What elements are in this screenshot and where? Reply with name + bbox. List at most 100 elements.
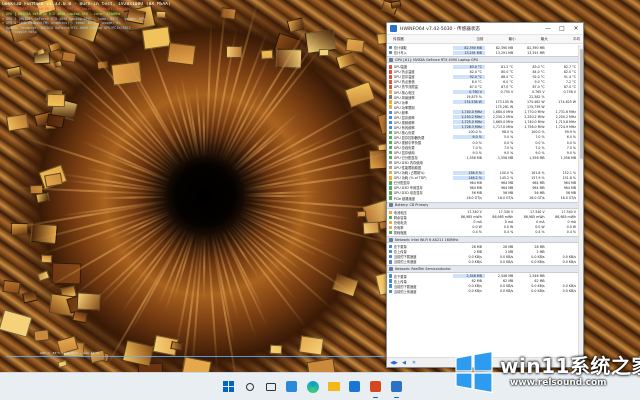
sensor-type-icon (389, 110, 393, 114)
sensor-average-value: 0.0 KB/s (562, 289, 577, 294)
sensor-min-value: 98.0 % (501, 130, 514, 135)
furmark-icon (370, 381, 381, 392)
sensor-average-value: 91.4 °C (563, 74, 577, 79)
sensor-type-icon (389, 181, 393, 185)
sensor-name: 当前的上传速度 (393, 260, 417, 265)
sensor-row[interactable]: 总计写入 13,291 MB 13,291 MB 13,291 MB (387, 50, 579, 55)
sensor-max-value: 175.462 W (526, 100, 545, 105)
sensor-max-value: 0.0 KB/s (531, 254, 545, 259)
sensor-average-value: 152.1 % (562, 170, 577, 175)
furmark-taskbar-button[interactable] (367, 378, 384, 398)
sensor-current-value: 8.0 °C (471, 79, 482, 84)
sensor-row[interactable]: 损耗程度 0.4 % 0.4 % 0.4 % 0.4 % (387, 230, 579, 235)
scrollbar-thumb[interactable] (580, 49, 583, 159)
back-icon[interactable]: ◀ (400, 359, 408, 366)
sensor-max-value: 1,756.0 MHz (524, 125, 545, 130)
sensor-current-value: 0.0 W (472, 225, 482, 230)
sensor-row[interactable]: 当前的上传速度 0.0 KB/s 0.0 KB/s 0.0 KB/s 0.0 KB/s (387, 289, 579, 294)
sensor-current-value: 964 MB (469, 185, 482, 190)
hwinfo-app-icon (390, 25, 397, 32)
sensor-min-value: 0.0 KB/s (499, 284, 514, 289)
task-view-taskbar-button[interactable] (262, 378, 279, 395)
column-header-current[interactable]: 当前 (454, 37, 486, 42)
sensor-type-icon (389, 225, 393, 230)
sensor-type-icon (389, 90, 393, 94)
sensor-current-value: 1,556 MB (466, 155, 482, 160)
minimize-button[interactable]: — (541, 23, 555, 35)
fur-tile (72, 310, 88, 324)
sensor-average-value: 16.0 GT/s (560, 196, 577, 201)
column-header-max[interactable]: 最大 (519, 37, 551, 42)
start-taskbar-button[interactable] (220, 378, 237, 395)
vertical-scrollbar[interactable] (578, 45, 583, 359)
store-icon (349, 381, 360, 392)
sensor-min-value: 7.0 % (503, 145, 514, 150)
sensor-type-icon (389, 135, 393, 140)
sensor-min-value: 175,281 W (495, 105, 514, 110)
sensor-group-header[interactable]: Network: RealTek Semiconductor (387, 265, 579, 273)
sensor-average-value: 174.625 W (558, 100, 577, 105)
file-explorer-taskbar-button[interactable] (325, 378, 342, 395)
sensor-group-header[interactable]: GPU [#1]: NVIDIA GeForce RTX 4090 Laptop… (387, 56, 579, 64)
hwinfo-icon (391, 381, 402, 392)
sensor-name: 损耗程度 (393, 230, 407, 235)
sensor-min-value: 62 MB (503, 279, 514, 284)
close-button[interactable]: ✕ (569, 23, 583, 35)
navigate-icon[interactable]: ◀▶ (390, 359, 398, 366)
window-titlebar[interactable]: HWiNFO64 v7.42-5030 - 传感器状态 — □ ✕ (387, 23, 583, 35)
sensor-min-value: 0.0 KB/s (499, 259, 514, 264)
sensor-group-name: GPU [#1]: NVIDIA GeForce RTX 4090 Laptop… (395, 57, 479, 62)
sensor-current-value: 0.0 KB/s (468, 254, 482, 259)
sensor-min-value: 28 MB (503, 244, 514, 249)
fur-tile (286, 17, 306, 33)
sensor-type-icon (389, 105, 393, 109)
sensor-list[interactable]: 总计读取 82,390 MB 82,390 MB 82,390 MB 总计写入 13,29… (387, 45, 579, 359)
sensor-max-value: 0.765 V (532, 90, 545, 95)
sensor-max-value: 7.0 % (535, 135, 545, 140)
sensor-row[interactable]: PCIe 链路速度 16.0 GT/s 16.0 GT/s 16.0 GT/s 16.0… (387, 196, 579, 201)
hwinfo-taskbar-button[interactable] (388, 378, 405, 398)
sensor-max-value: 2 MB (536, 249, 545, 254)
sensor-average-value: 0.758 V (563, 90, 577, 95)
fur-tile (61, 50, 77, 64)
sensor-current-value: 87.0 °C (469, 84, 482, 89)
search-taskbar-button[interactable] (241, 378, 258, 395)
reset-icon[interactable]: ✕ (410, 359, 418, 366)
store-taskbar-button[interactable] (346, 378, 363, 395)
sensor-current-value: 83.0 °C (453, 64, 485, 69)
fur-tile (344, 81, 376, 108)
fur-tile (269, 344, 283, 355)
sensor-group-header[interactable]: Battery: CB Primary (387, 201, 579, 209)
sensor-current-value: 0.760 V (453, 90, 485, 95)
sensor-row[interactable]: 当前的上传速度 0.0 KB/s 0.0 KB/s 0.0 KB/s 0.0 KB/s (387, 259, 579, 264)
sensor-current-value: 1,726.3 MHz (453, 125, 485, 130)
sensor-max-value: 86,985 mWh (523, 215, 545, 220)
sensor-name: PCIe 链路速度 (393, 196, 416, 201)
fur-tile (225, 45, 243, 59)
sensor-min-value: 86,985 mWh (492, 215, 514, 220)
column-header-sensor[interactable]: 传感器 (387, 37, 454, 42)
fur-tile (362, 221, 380, 235)
sensor-max-value: 1,770.0 MHz (524, 110, 545, 115)
fur-strand (202, 233, 206, 301)
sensor-max-value: 0.0 KB/s (531, 284, 545, 289)
column-header-average[interactable]: 平均 (551, 37, 583, 42)
sensor-current-value: 964 MB (469, 180, 482, 185)
sensor-type-icon (389, 186, 393, 190)
sensor-type-icon (389, 166, 393, 170)
widgets-taskbar-button[interactable] (283, 378, 300, 395)
edge-taskbar-button[interactable] (304, 378, 321, 395)
column-header-min[interactable]: 最小 (486, 37, 518, 42)
fur-tile (40, 254, 53, 264)
sensor-max-value: 0 mA (536, 220, 545, 225)
sensor-average-value: 0.0 KB/s (562, 259, 577, 264)
hwinfo-sensor-window[interactable]: HWiNFO64 v7.42-5030 - 传感器状态 — □ ✕ 传感器 当前… (386, 22, 584, 368)
maximize-button[interactable]: □ (555, 23, 569, 35)
sensor-max-value: 175,739 W (526, 105, 545, 110)
sensor-max-value: 100.0 % (531, 130, 545, 135)
sensor-type-icon (389, 176, 393, 180)
sensor-group-header[interactable]: Network: Intel Wi-Fi 6 AX211 160MHz (387, 235, 579, 244)
sensor-type-icon (389, 100, 393, 104)
sensor-max-value: 87.0 °C (532, 84, 545, 89)
sensor-type-icon (389, 284, 393, 288)
